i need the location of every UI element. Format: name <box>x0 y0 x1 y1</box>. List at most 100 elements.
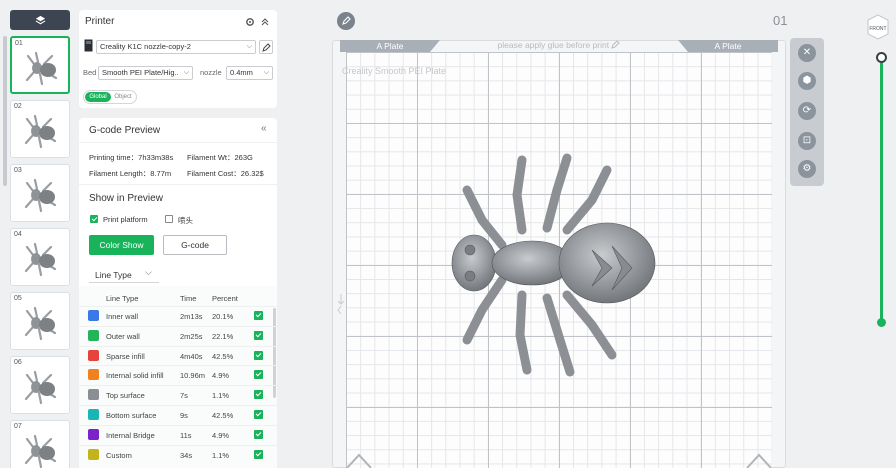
thumbnail-number: 02 <box>14 103 22 110</box>
spider-thumbnail-image <box>24 178 57 213</box>
line-type-color-swatch[interactable] <box>88 409 99 420</box>
nozzle-label: nozzle <box>200 68 222 77</box>
line-type-visible-checkbox[interactable] <box>254 390 263 400</box>
line-type-color-swatch[interactable] <box>88 369 99 381</box>
gcode-button[interactable]: G-code <box>163 235 227 255</box>
line-type-label: Bottom surface <box>106 411 157 420</box>
view-cube[interactable]: FRONT <box>865 14 891 40</box>
line-type-color-swatch[interactable] <box>88 310 99 321</box>
chevron-down-icon: ⌵ <box>263 69 269 76</box>
glue-notice-text: please apply glue before print <box>497 40 610 50</box>
spider-thumbnail-image <box>24 370 57 405</box>
close-icon: ✕ <box>802 47 812 58</box>
line-type-percent: 1.1% <box>212 450 230 460</box>
plate-settings-button[interactable]: ⚙ <box>798 160 816 178</box>
collapse-double-chevron-icon[interactable]: « <box>261 123 267 134</box>
objects-layer-button[interactable] <box>10 10 70 30</box>
plate-type-watermark: Creality Smooth PEI Plate <box>342 66 447 76</box>
edit-printer-button[interactable] <box>259 40 273 54</box>
printer-select[interactable]: Creality K1C nozzle-copy-2 ⌵ <box>96 40 256 54</box>
object-thumbnail[interactable]: 05 <box>10 292 70 350</box>
line-type-time: 4m40s <box>180 351 203 361</box>
pencil-icon <box>342 16 351 25</box>
row-divider <box>79 385 277 387</box>
printer-settings-gear-icon[interactable] <box>245 17 255 27</box>
line-type-select[interactable]: Line Type ⌵ <box>89 265 159 283</box>
line-type-label: Top surface <box>106 391 145 401</box>
spider-thumbnail-image <box>24 242 57 277</box>
thumbnail-number: 07 <box>14 423 22 430</box>
line-type-label: Sparse infill <box>106 351 145 361</box>
line-type-label: Inner wall <box>106 312 139 321</box>
printer-select-value: Creality K1C nozzle-copy-2 <box>100 42 191 51</box>
lock-icon: ⊡ <box>802 135 812 146</box>
view-cube-face-label: FRONT <box>869 26 886 32</box>
layer-slider-top-handle[interactable] <box>876 52 887 63</box>
line-type-color-swatch[interactable] <box>88 448 99 460</box>
plate-toolbar: ✕ ⬢ ⟳ ⊡ ⚙ <box>790 38 824 186</box>
nozzle-select[interactable]: 0.4mm ⌵ <box>226 66 273 80</box>
chevron-down-icon: ⌵ <box>246 43 252 50</box>
chevron-down-icon: ⌵ <box>145 267 152 277</box>
thumbnail-number: 01 <box>15 40 23 47</box>
line-type-select-value: Line Type <box>95 270 132 280</box>
line-type-time: 7s <box>180 391 188 401</box>
plate-tab-right[interactable]: A Plate <box>678 40 778 52</box>
line-type-visible-checkbox[interactable] <box>254 311 263 320</box>
line-type-time: 11s <box>180 430 192 440</box>
object-thumbnail[interactable]: 07 <box>10 420 70 468</box>
line-type-visible-checkbox[interactable] <box>254 350 263 360</box>
line-type-visible-checkbox[interactable] <box>254 410 263 419</box>
object-thumbnail[interactable]: 01 <box>10 36 70 94</box>
line-type-percent: 42.5% <box>212 411 234 420</box>
collapse-chevron-up-icon[interactable] <box>261 18 269 26</box>
line-type-percent: 42.5% <box>212 351 234 361</box>
print-platform-label: Print platform <box>103 215 148 224</box>
line-type-color-swatch[interactable] <box>88 349 99 361</box>
object-thumbnail[interactable]: 03 <box>10 164 70 222</box>
spider-model[interactable] <box>442 150 672 380</box>
plate-tab-left[interactable]: A Plate <box>340 40 440 52</box>
line-type-visible-checkbox[interactable] <box>254 370 263 380</box>
row-divider <box>79 365 277 367</box>
edit-plate-button[interactable] <box>337 12 355 30</box>
line-type-time: 2m25s <box>180 331 203 341</box>
glue-notice: please apply glue before print <box>452 40 666 51</box>
layer-slider-track[interactable] <box>880 62 883 322</box>
thumbnail-scrollbar[interactable] <box>3 36 7 186</box>
line-type-color-swatch[interactable] <box>88 329 99 341</box>
thumbnail-number: 03 <box>14 167 22 174</box>
object-thumbnail[interactable]: 04 <box>10 228 70 286</box>
print-platform-checkbox[interactable] <box>90 215 98 223</box>
line-type-visible-checkbox[interactable] <box>254 429 263 439</box>
bed-label: Bed <box>83 68 97 77</box>
lock-plate-button[interactable]: ⊡ <box>798 132 816 150</box>
row-divider <box>79 444 277 446</box>
build-plate-view[interactable]: A Plate A Plate please apply glue before… <box>332 40 786 468</box>
line-type-visible-checkbox[interactable] <box>254 330 263 340</box>
color-show-button[interactable]: Color Show <box>89 235 154 255</box>
auto-orient-button[interactable]: ⟳ <box>798 102 816 120</box>
line-type-time: 2m13s <box>180 312 203 321</box>
bed-select[interactable]: Smooth PEI Plate/Hig.. ⌵ <box>98 66 193 80</box>
object-thumbnail[interactable]: 06 <box>10 356 70 414</box>
spider-thumbnail-image <box>25 51 58 86</box>
tab-global[interactable]: Global <box>85 92 111 102</box>
line-type-visible-checkbox[interactable] <box>254 449 263 459</box>
tab-object[interactable]: Object <box>111 92 135 102</box>
filament-length: Filament Length：8.77m <box>89 169 172 178</box>
nozzle-checkbox-label: 喷头 <box>178 216 193 225</box>
spider-thumbnail-image <box>24 434 57 468</box>
line-type-color-swatch[interactable] <box>88 389 99 401</box>
nozzle-checkbox[interactable] <box>165 215 173 223</box>
line-type-color-swatch[interactable] <box>88 428 99 440</box>
object-thumbnail[interactable]: 02 <box>10 100 70 158</box>
bed-select-value: Smooth PEI Plate/Hig.. <box>102 68 179 77</box>
arrange-button[interactable]: ⬢ <box>798 72 816 90</box>
line-type-time: 9s <box>180 411 188 420</box>
objects-thumbnail-panel: 01 02 03 04 05 06 07 <box>0 0 76 468</box>
line-type-percent: 4.9% <box>212 371 230 381</box>
layer-slider-bottom-handle[interactable] <box>877 318 886 327</box>
close-plate-button[interactable]: ✕ <box>798 44 816 62</box>
plate-corner-marker-icon <box>746 453 772 468</box>
